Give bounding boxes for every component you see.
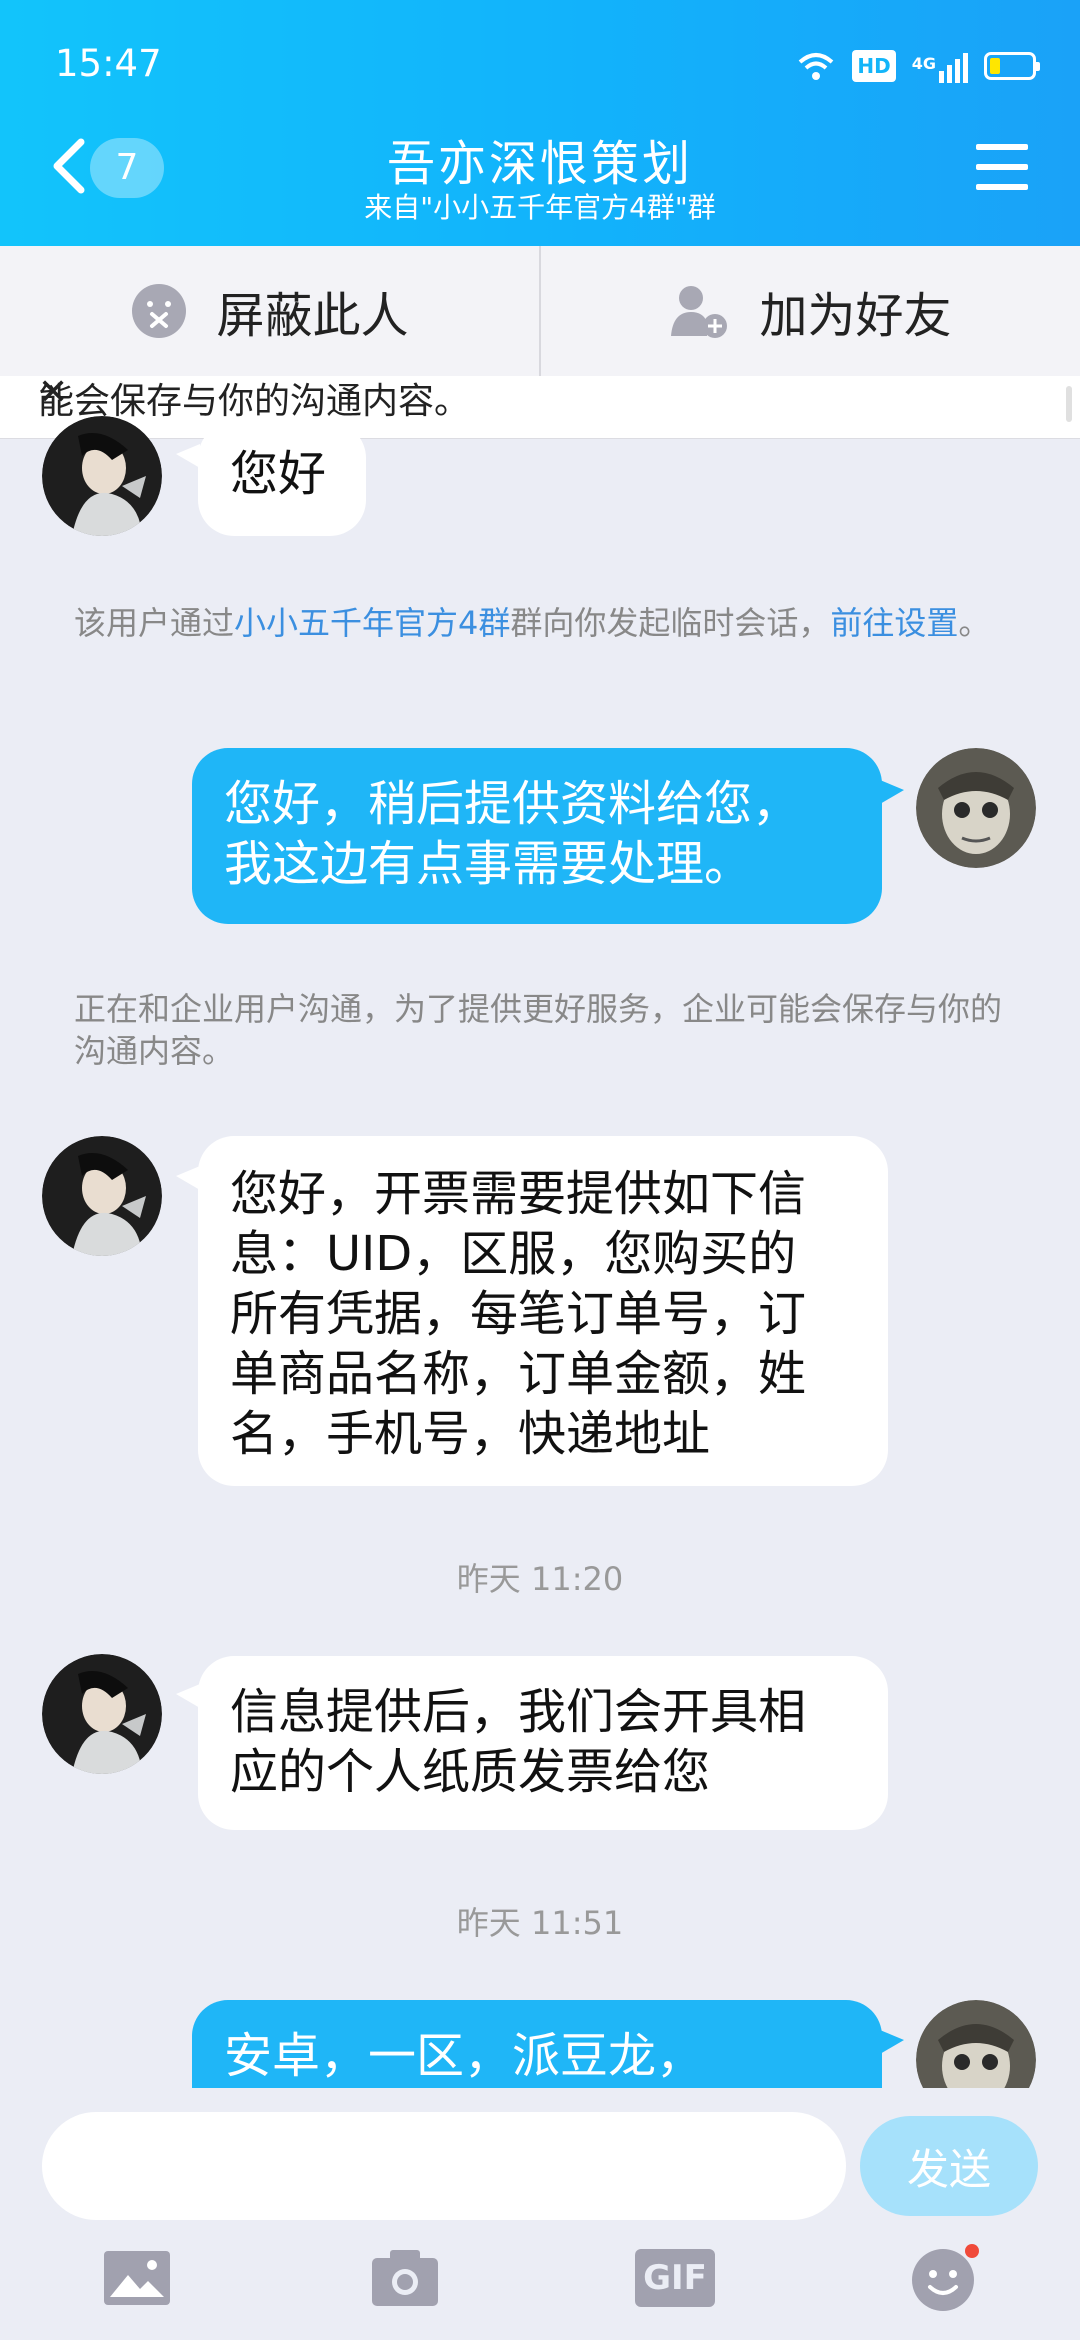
chat-title: 吾亦深恨策划 (386, 136, 693, 192)
wifi-icon (799, 53, 834, 80)
menu-icon[interactable] (976, 144, 1028, 192)
top-header: 15:47 HD 4G 7 吾亦深恨策划 来自"小小五千年官方4群"群 (0, 0, 1080, 246)
notice-scrollbar (1066, 386, 1072, 422)
gif-button[interactable]: GIF (630, 2238, 720, 2318)
send-button[interactable]: 发送 (860, 2116, 1038, 2216)
system-text: 。 (958, 604, 991, 642)
message-input[interactable] (42, 2112, 846, 2220)
block-user-label: 屏蔽此人 (216, 288, 409, 344)
bubble-tail (176, 444, 200, 468)
battery-icon (984, 52, 1040, 80)
add-friend-label: 加为好友 (759, 288, 952, 344)
composer-area: 发送 GIF (0, 2088, 1080, 2340)
message-bubble-incoming[interactable]: 您好，开票需要提供如下信 息：UID，区服，您购买的 所有凭据，每笔订单号，订 … (198, 1136, 888, 1486)
bubble-tail (880, 2030, 904, 2054)
signal-label: 4G (911, 54, 936, 73)
action-bar: 屏蔽此人 加为好友 (0, 246, 1080, 377)
system-text: 该用户通过 (74, 604, 235, 642)
gif-label: GIF (643, 2258, 707, 2298)
image-picker-button[interactable] (92, 2238, 182, 2318)
hd-badge: HD (852, 50, 896, 82)
chat-subtitle: 来自"小小五千年官方4群"群 (364, 191, 716, 224)
message-bubble-outgoing[interactable]: 您好，稍后提供资料给您， 我这边有点事需要处理。 (192, 748, 882, 924)
close-icon[interactable]: ✕ (38, 376, 1050, 413)
status-icons: HD 4G (796, 44, 1040, 88)
camera-icon (372, 2250, 438, 2306)
message-bubble-incoming[interactable]: 您好 (198, 422, 366, 536)
message-bubble-incoming[interactable]: 信息提供后，我们会开具相 应的个人纸质发票给您 (198, 1656, 888, 1830)
emoji-icon (912, 2244, 979, 2311)
camera-button[interactable] (360, 2238, 450, 2318)
my-avatar[interactable] (916, 748, 1036, 868)
system-message-temp-session: 该用户通过小小五千年官方4群群向你发起临时会话，前往设置。 (74, 602, 1014, 644)
system-text: 群向你发起临时会话， (510, 604, 831, 642)
bubble-tail (176, 1166, 200, 1190)
signal-icon: 4G (912, 49, 968, 83)
bubble-tail (880, 780, 904, 804)
gif-icon: GIF (635, 2249, 715, 2307)
system-message-enterprise: 正在和企业用户沟通，为了提供更好服务，企业可能会保存与你的沟通内容。 (74, 990, 1003, 1070)
group-link[interactable]: 小小五千年官方4群 (234, 604, 510, 642)
add-friend-button[interactable]: 加为好友 (539, 246, 1080, 376)
image-icon (104, 2251, 170, 2305)
contact-avatar[interactable] (42, 416, 162, 536)
bubble-tail (176, 1684, 200, 1708)
status-time: 15:47 (55, 42, 162, 85)
block-user-button[interactable]: 屏蔽此人 (0, 246, 539, 376)
block-face-icon (132, 284, 187, 338)
enterprise-notice-banner: 能会保存与你的沟通内容。 ✕ (0, 376, 1080, 439)
timestamp: 昨天 11:51 (456, 1904, 624, 1942)
emoji-button[interactable] (900, 2238, 990, 2318)
timestamp: 昨天 11:20 (456, 1560, 624, 1598)
add-friend-icon (671, 286, 728, 338)
contact-avatar[interactable] (42, 1654, 162, 1774)
contact-avatar[interactable] (42, 1136, 162, 1256)
settings-link[interactable]: 前往设置 (830, 604, 958, 642)
